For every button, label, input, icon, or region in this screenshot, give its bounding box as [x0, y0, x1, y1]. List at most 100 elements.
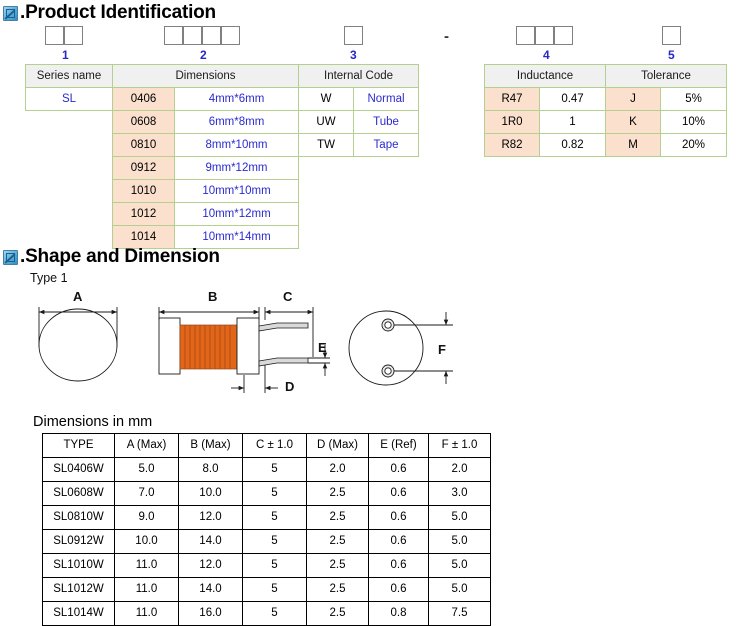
code-group-2-boxes[interactable]: [164, 26, 240, 45]
dimension-label-e: E: [318, 340, 327, 355]
cell-dim-code: 0608: [112, 110, 175, 134]
cell-series-name: SL: [25, 87, 113, 111]
cell-dim-size: 4mm*6mm: [173, 87, 300, 111]
cell-tolerance-value: 20%: [660, 133, 728, 157]
cell-dim-code: 1010: [112, 179, 175, 203]
code-group-5-number: 5: [668, 48, 675, 62]
cell-e: 0.6: [368, 577, 429, 602]
cell-b: 8.0: [178, 457, 243, 482]
header-f-tol: F ± 1.0: [428, 433, 491, 458]
cell-d: 2.5: [306, 601, 369, 626]
cell-inductance-value: 1: [538, 110, 607, 134]
cell-b: 12.0: [178, 553, 243, 578]
cell-empty: [299, 180, 354, 203]
cell-f: 5.0: [428, 577, 491, 602]
table-row: SL0810W 9.0 12.0 5 2.5 0.6 5.0: [42, 505, 491, 530]
cell-internal-code: UW: [298, 110, 355, 134]
header-b-max: B (Max): [178, 433, 243, 458]
code-separator-dash: -: [444, 28, 449, 45]
code-box[interactable]: [516, 26, 535, 45]
code-group-4-boxes[interactable]: [516, 26, 573, 45]
product-identification-header: .Product Identification: [3, 3, 216, 23]
cell-empty: [354, 203, 419, 226]
code-box[interactable]: [554, 26, 573, 45]
code-group-3-boxes[interactable]: [344, 26, 363, 45]
code-group-1-number: 1: [62, 48, 69, 62]
page-title: .Product Identification: [20, 2, 216, 23]
cell-internal-code: W: [298, 87, 355, 111]
code-group-4-number: 4: [543, 48, 550, 62]
code-box[interactable]: [535, 26, 554, 45]
cell-a: 10.0: [114, 529, 179, 554]
cell-internal-desc: Tape: [353, 133, 420, 157]
code-group-5-boxes[interactable]: [662, 26, 681, 45]
cell-type: SL1014W: [42, 601, 115, 626]
header-inductance: Inductance: [483, 64, 607, 88]
cell-empty: [354, 226, 419, 249]
code-group-1-boxes[interactable]: [45, 26, 83, 45]
cell-f: 7.5: [428, 601, 491, 626]
cell-empty: [26, 134, 113, 157]
table-header-row: TYPE A (Max) B (Max) C ± 1.0 D (Max) E (…: [42, 433, 491, 458]
cell-f: 3.0: [428, 481, 491, 506]
cell-e: 0.6: [368, 457, 429, 482]
cell-b: 16.0: [178, 601, 243, 626]
cell-type: SL1012W: [42, 577, 115, 602]
table-row: R82 0.82 M 20%: [484, 133, 728, 157]
broken-image-icon: [3, 5, 18, 21]
code-box[interactable]: [221, 26, 240, 45]
cell-inductance-code: R47: [484, 87, 540, 111]
table-row: Series name Dimensions Internal Code: [25, 64, 420, 88]
cell-inductance-value: 0.47: [538, 87, 607, 111]
cell-b: 10.0: [178, 481, 243, 506]
cell-d: 2.5: [306, 481, 369, 506]
cell-empty: [354, 180, 419, 203]
table-row: 0810 8mm*10mm TW Tape: [26, 133, 420, 157]
cell-empty: [26, 157, 113, 180]
dimension-label-f: F: [438, 342, 446, 357]
code-box[interactable]: [202, 26, 221, 45]
header-a-max: A (Max): [114, 433, 179, 458]
cell-c: 5: [242, 553, 307, 578]
cell-empty: [299, 157, 354, 180]
cell-b: 14.0: [178, 529, 243, 554]
cell-tolerance-code: J: [605, 87, 662, 111]
cell-c: 5: [242, 577, 307, 602]
cell-type: SL0810W: [42, 505, 115, 530]
code-box[interactable]: [164, 26, 183, 45]
cell-internal-desc: Tube: [353, 110, 420, 134]
code-box[interactable]: [64, 26, 83, 45]
code-box[interactable]: [183, 26, 202, 45]
code-box[interactable]: [344, 26, 363, 45]
cell-type: SL0912W: [42, 529, 115, 554]
table-row: 0912 9mm*12mm: [26, 156, 419, 180]
table-row: 0608 6mm*8mm UW Tube: [26, 110, 420, 134]
cell-c: 5: [242, 529, 307, 554]
cell-c: 5: [242, 601, 307, 626]
dimension-label-d: D: [285, 379, 295, 394]
cell-e: 0.6: [368, 529, 429, 554]
dimension-label-a: A: [73, 289, 83, 304]
header-type: TYPE: [42, 433, 115, 458]
cell-empty: [26, 111, 113, 134]
cell-dim-size: 10mm*12mm: [173, 202, 300, 226]
cell-c: 5: [242, 457, 307, 482]
cell-empty: [354, 157, 419, 180]
cell-f: 5.0: [428, 529, 491, 554]
cell-type: SL0608W: [42, 481, 115, 506]
header-dimensions: Dimensions: [111, 64, 300, 88]
code-box[interactable]: [662, 26, 681, 45]
cell-type: SL1010W: [42, 553, 115, 578]
table-row: 1R0 1 K 10%: [484, 110, 728, 134]
cell-inductance-value: 0.82: [538, 133, 607, 157]
cell-dim-code: 0406: [112, 87, 175, 111]
header-d-max: D (Max): [306, 433, 369, 458]
code-group-2-number: 2: [200, 48, 207, 62]
code-box[interactable]: [45, 26, 64, 45]
cell-c: 5: [242, 505, 307, 530]
broken-image-icon: [3, 249, 18, 265]
table-row: SL0608W 7.0 10.0 5 2.5 0.6 3.0: [42, 481, 491, 506]
cell-tolerance-code: K: [605, 110, 662, 134]
cell-empty: [26, 203, 113, 226]
table-row: SL0912W 10.0 14.0 5 2.5 0.6 5.0: [42, 529, 491, 554]
